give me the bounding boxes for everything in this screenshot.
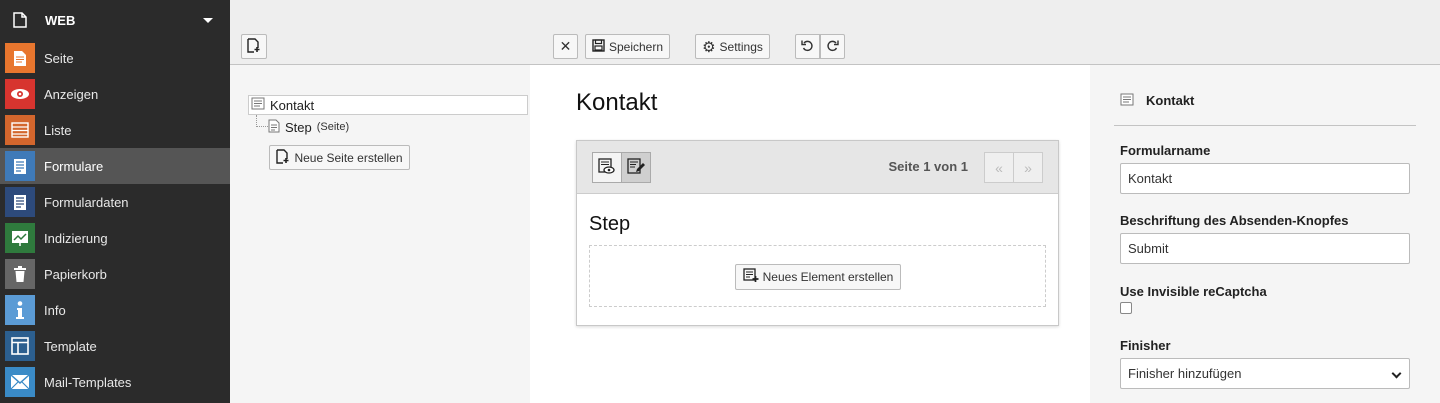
close-icon: ✕ bbox=[559, 38, 572, 54]
tree-item-step[interactable]: Step (Seite) bbox=[268, 117, 349, 137]
sidebar-item-label: Seite bbox=[44, 50, 74, 66]
page-title: Kontakt bbox=[576, 89, 658, 116]
new-page-create-label: Neue Seite erstellen bbox=[294, 150, 403, 165]
sidebar-item-mail-templates[interactable]: Mail-Templates bbox=[0, 364, 230, 400]
form-stage: Kontakt Seite 1 von 1 « » Step Neues Ele… bbox=[530, 65, 1090, 403]
sidebar-item-label: Liste bbox=[44, 122, 72, 138]
card-header: Seite 1 von 1 « » bbox=[577, 141, 1058, 194]
sidebar-item-seite[interactable]: Seite bbox=[0, 40, 230, 76]
module-group-web[interactable]: WEB bbox=[0, 0, 230, 40]
sidebar-item-formulare[interactable]: Formulare bbox=[0, 148, 230, 184]
recaptcha-label: Use Invisible reCaptcha bbox=[1120, 284, 1267, 299]
form-page-card: Seite 1 von 1 « » Step Neues Element ers… bbox=[576, 140, 1059, 326]
sidebar-item-template[interactable]: Template bbox=[0, 328, 230, 364]
settings-button[interactable]: ⚙ Settings bbox=[695, 34, 770, 59]
tree-root-label: Kontakt bbox=[270, 97, 315, 113]
step-title: Step bbox=[589, 213, 631, 235]
sidebar-item-label: Formulardaten bbox=[44, 194, 129, 210]
module-group-label: WEB bbox=[45, 12, 76, 28]
preview-icon bbox=[598, 157, 616, 178]
tree-child-type: (Seite) bbox=[316, 121, 350, 133]
element-dropzone[interactable]: Neues Element erstellen bbox=[589, 245, 1046, 307]
page-icon bbox=[5, 5, 35, 35]
mail-icon bbox=[5, 367, 35, 397]
chart-icon bbox=[5, 223, 35, 253]
next-page-button[interactable]: » bbox=[1013, 152, 1043, 183]
submit-label-label: Beschriftung des Absenden-Knopfes bbox=[1120, 213, 1349, 228]
new-page-button[interactable] bbox=[241, 34, 267, 59]
template-icon bbox=[5, 331, 35, 361]
inspector-header: Kontakt bbox=[1114, 93, 1416, 126]
form-name-input[interactable]: Kontakt bbox=[1120, 163, 1410, 194]
form-icon bbox=[5, 151, 35, 181]
pager-text: Seite 1 von 1 bbox=[888, 159, 968, 174]
trash-icon bbox=[5, 259, 35, 289]
edit-icon bbox=[627, 157, 645, 178]
recaptcha-checkbox[interactable] bbox=[1120, 302, 1132, 314]
new-page-create-button[interactable]: Neue Seite erstellen bbox=[269, 145, 410, 170]
sidebar-item-formulardaten[interactable]: Formulardaten bbox=[0, 184, 230, 220]
form-icon bbox=[1120, 93, 1134, 109]
sidebar-item-papierkorb[interactable]: Papierkorb bbox=[0, 256, 230, 292]
eye-icon bbox=[5, 79, 35, 109]
chevron-down-icon[interactable] bbox=[203, 18, 213, 23]
sidebar-item-label: Anzeigen bbox=[44, 86, 99, 102]
save-icon bbox=[592, 38, 605, 55]
sidebar-item-indizierung[interactable]: Indizierung bbox=[0, 220, 230, 256]
double-chevron-right-icon: » bbox=[1024, 159, 1032, 176]
tree-connector bbox=[256, 115, 268, 127]
inspector-title: Kontakt bbox=[1146, 93, 1195, 108]
finisher-select[interactable]: Finisher hinzufügen bbox=[1120, 358, 1410, 389]
undo-button[interactable] bbox=[795, 34, 820, 59]
sidebar-item-label: Mail-Templates bbox=[44, 374, 132, 390]
tree-child-label: Step bbox=[285, 119, 312, 135]
inspector-panel: Kontakt Formularname Kontakt Beschriftun… bbox=[1090, 65, 1440, 403]
sidebar-item-liste[interactable]: Liste bbox=[0, 112, 230, 148]
sidebar-item-anzeigen[interactable]: Anzeigen bbox=[0, 76, 230, 112]
module-sidebar: WEB Seite Anzeigen Liste Formulare Formulard… bbox=[0, 0, 230, 403]
new-element-icon bbox=[742, 268, 759, 286]
sidebar-item-label: Formulare bbox=[44, 158, 104, 174]
sidebar-item-label: Template bbox=[44, 338, 97, 354]
new-element-button[interactable]: Neues Element erstellen bbox=[735, 264, 901, 290]
top-toolbar: ✕ Speichern ⚙ Settings bbox=[230, 0, 1440, 65]
gear-icon: ⚙ bbox=[702, 38, 716, 56]
settings-label: Settings bbox=[719, 39, 763, 54]
redo-icon bbox=[826, 39, 839, 55]
edit-mode-button[interactable] bbox=[621, 152, 651, 183]
form-name-label: Formularname bbox=[1120, 143, 1211, 158]
form-name-value: Kontakt bbox=[1128, 171, 1173, 186]
save-button[interactable]: Speichern bbox=[585, 34, 670, 59]
submit-label-value: Submit bbox=[1128, 241, 1169, 256]
close-button[interactable]: ✕ bbox=[553, 34, 578, 59]
page-icon bbox=[5, 43, 35, 73]
submit-label-input[interactable]: Submit bbox=[1120, 233, 1410, 264]
new-element-label: Neues Element erstellen bbox=[762, 270, 894, 284]
new-page-icon bbox=[276, 148, 290, 167]
undo-icon bbox=[801, 39, 814, 55]
finisher-label: Finisher bbox=[1120, 338, 1171, 353]
redo-button[interactable] bbox=[820, 34, 845, 59]
form-icon bbox=[251, 97, 265, 113]
page-icon bbox=[268, 119, 280, 136]
chevron-down-icon bbox=[1391, 368, 1402, 379]
double-chevron-left-icon: « bbox=[995, 159, 1003, 176]
new-page-icon bbox=[247, 37, 261, 56]
list-icon bbox=[5, 115, 35, 145]
info-icon bbox=[5, 295, 35, 325]
sidebar-item-label: Indizierung bbox=[44, 230, 108, 246]
sidebar-item-label: Papierkorb bbox=[44, 266, 107, 282]
form-tree-panel: Kontakt Step (Seite) Neue Seite erstelle… bbox=[230, 65, 530, 403]
finisher-select-value: Finisher hinzufügen bbox=[1128, 366, 1242, 381]
form-data-icon bbox=[5, 187, 35, 217]
save-label: Speichern bbox=[608, 39, 664, 54]
tree-item-form[interactable]: Kontakt bbox=[248, 95, 528, 115]
preview-mode-button[interactable] bbox=[592, 152, 622, 183]
previous-page-button[interactable]: « bbox=[984, 152, 1014, 183]
sidebar-item-info[interactable]: Info bbox=[0, 292, 230, 328]
sidebar-item-label: Info bbox=[44, 302, 66, 318]
